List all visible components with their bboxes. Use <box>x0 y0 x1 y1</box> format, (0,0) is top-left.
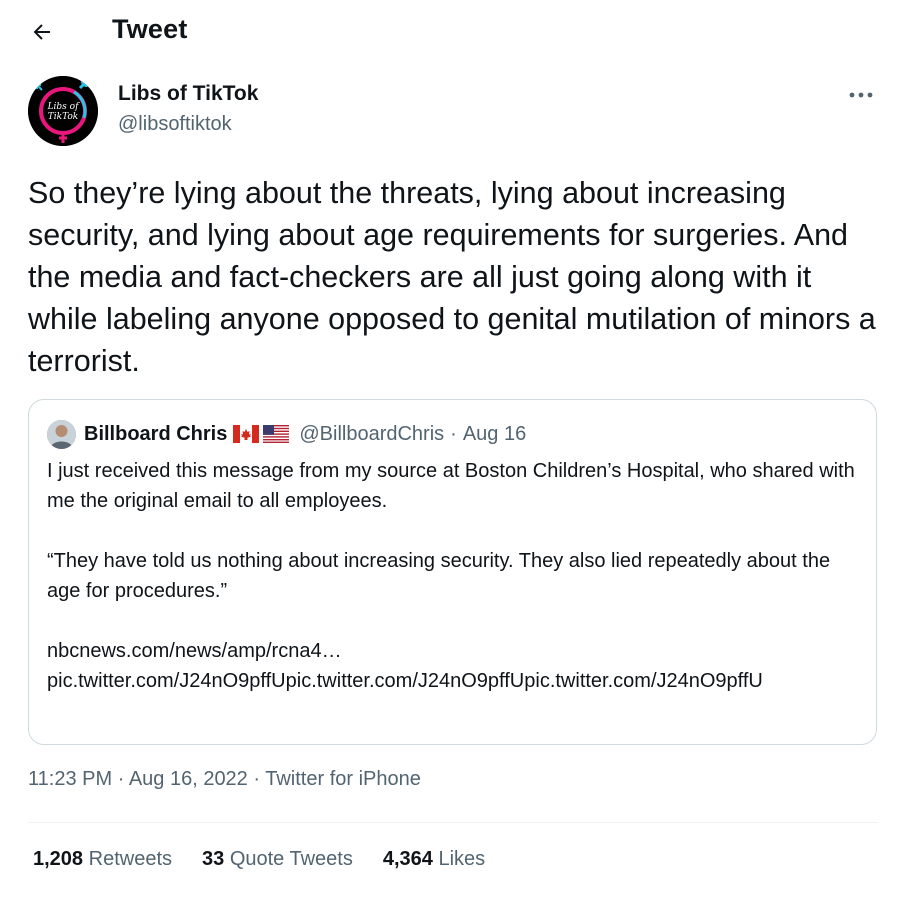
quote-tweets-label: Quote Tweets <box>229 848 353 870</box>
more-horizontal-icon <box>849 92 873 98</box>
likes-stat[interactable]: 4,364 Likes <box>383 848 485 871</box>
quoted-author-handle: @BillboardChris <box>299 422 445 445</box>
svg-text:TikTok: TikTok <box>48 112 79 122</box>
quote-tweets-count: 33 <box>202 848 225 870</box>
back-button[interactable] <box>22 12 62 52</box>
quoted-avatar <box>47 419 76 449</box>
page-title: Tweet <box>112 14 188 44</box>
tweet-stats: 1,208 Retweets 33 Quote Tweets 4,364 Lik… <box>33 848 515 871</box>
tweet-header: Tweet <box>0 0 898 62</box>
quoted-paragraph: “They have told us nothing about increas… <box>47 550 831 602</box>
tweet-time[interactable]: 11:23 PM <box>28 768 112 790</box>
tweet-author: Libs of TikTok Libs of TikTok @libsoftik… <box>28 76 878 146</box>
likes-count: 4,364 <box>382 848 433 870</box>
separator-dot: · <box>450 422 457 445</box>
divider <box>28 822 878 823</box>
quoted-author-name: Billboard Chris <box>84 422 228 445</box>
svg-text:Libs of: Libs of <box>47 102 81 112</box>
retweets-count: 1,208 <box>33 848 84 870</box>
separator-dot: · <box>253 768 261 790</box>
quoted-paragraph: I just received this message from my sou… <box>47 460 855 512</box>
author-name[interactable]: Libs of TikTok <box>118 82 258 106</box>
retweets-label: Retweets <box>88 848 172 870</box>
retweets-stat[interactable]: 1,208 Retweets <box>33 848 172 871</box>
tweet-timestamp: 11:23 PM · Aug 16, 2022 · Twitter for iP… <box>28 768 421 791</box>
tweet-source[interactable]: Twitter for iPhone <box>265 768 421 790</box>
quoted-pic-link: pic.twitter.com/J24nO9pffUpic.twitter.co… <box>47 670 763 692</box>
quoted-date: Aug 16 <box>462 422 527 445</box>
tweet-date[interactable]: Aug 16, 2022 <box>129 768 248 790</box>
separator-dot: · <box>117 768 125 790</box>
quoted-link: nbcnews.com/news/amp/rcna4… <box>47 640 342 662</box>
quoted-tweet[interactable]: Billboard Chris @BillboardChris · Aug 16… <box>28 399 877 745</box>
avatar[interactable]: Libs of TikTok <box>28 76 98 146</box>
libs-of-tiktok-logo: Libs of TikTok <box>28 76 98 146</box>
canada-flag-icon <box>233 425 260 443</box>
arrow-left-icon <box>33 24 50 40</box>
more-button[interactable] <box>844 82 878 108</box>
quoted-tweet-body: I just received this message from my sou… <box>47 456 862 696</box>
likes-label: Likes <box>438 848 486 870</box>
quote-tweets-stat[interactable]: 33 Quote Tweets <box>202 848 353 871</box>
tweet-text: So they’re lying about the threats, lyin… <box>28 176 876 378</box>
us-flag-icon <box>263 425 290 443</box>
quoted-tweet-header: Billboard Chris @BillboardChris · Aug 16 <box>47 419 526 449</box>
author-handle[interactable]: @libsoftiktok <box>118 113 232 136</box>
